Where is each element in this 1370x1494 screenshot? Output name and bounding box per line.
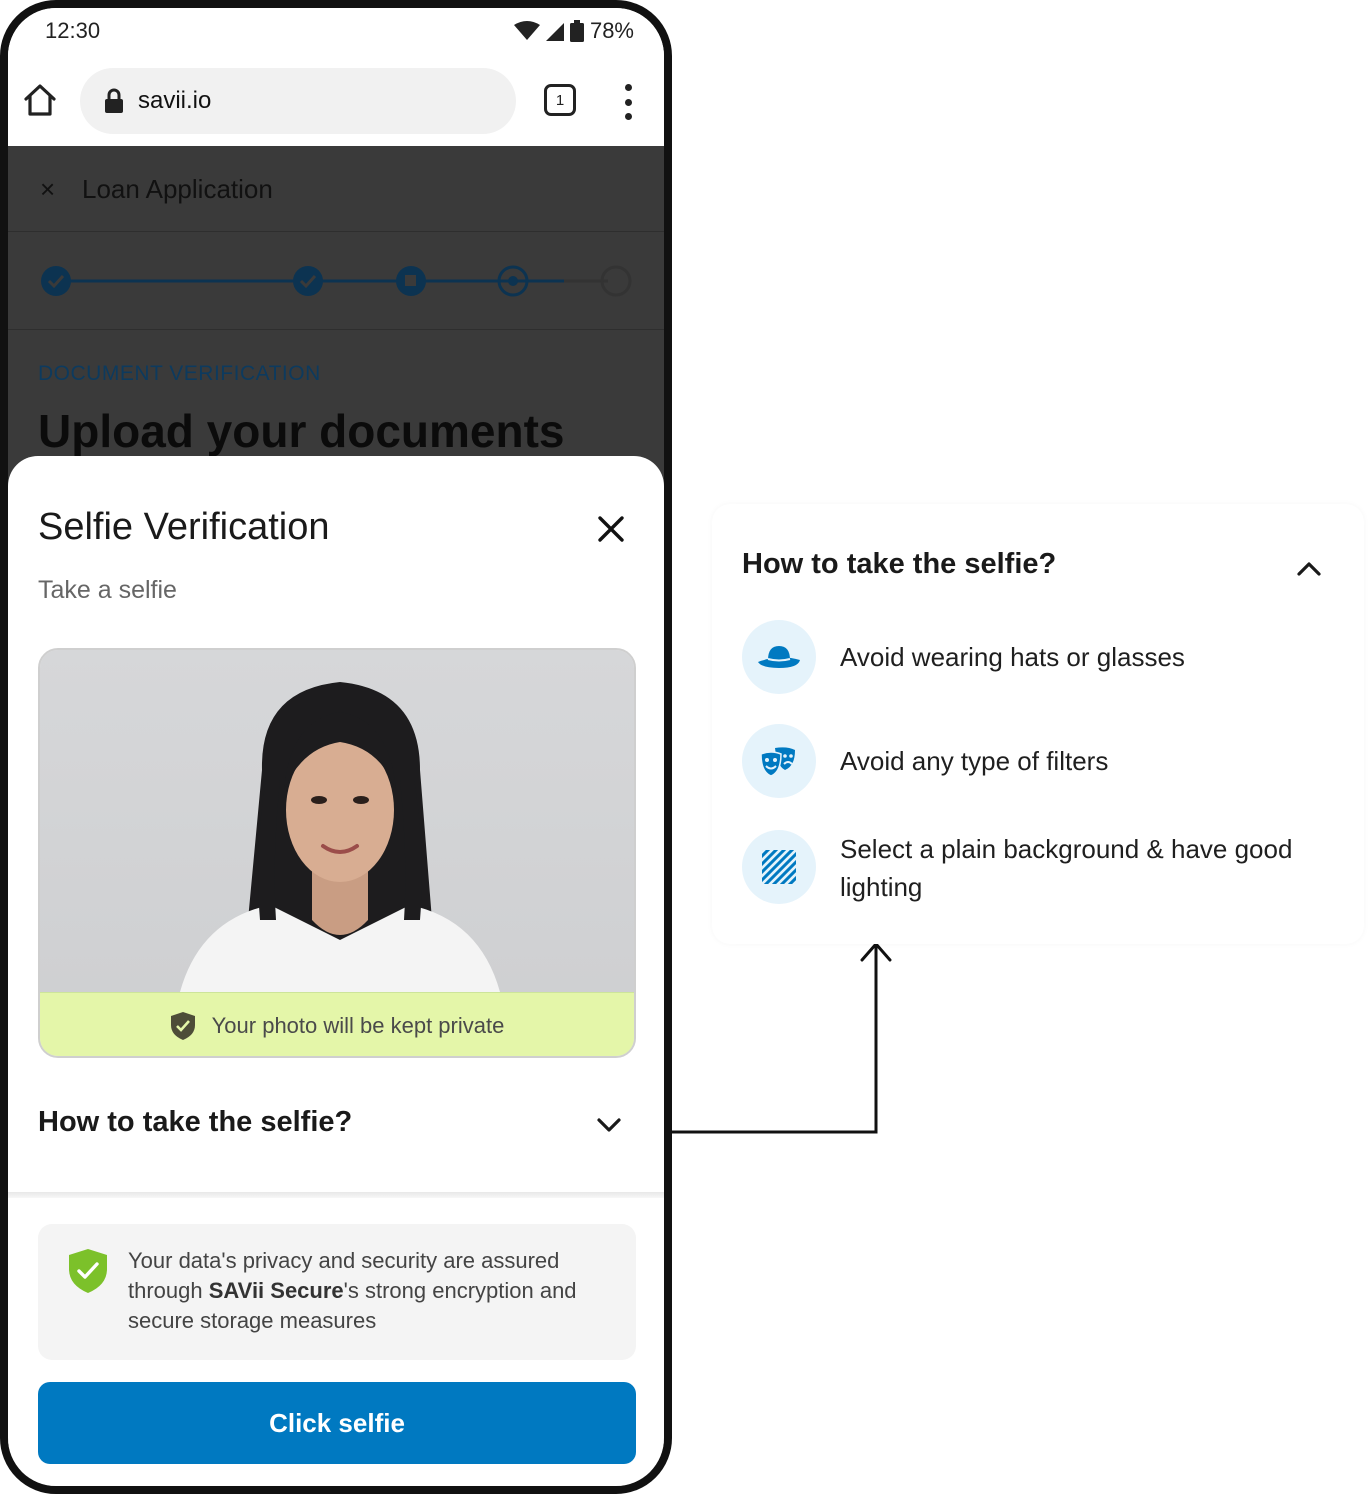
security-notice-text: Your data's privacy and security are ass… <box>128 1246 618 1336</box>
phone-frame: 12:30 78% savii.io 1 × Loan Application … <box>0 0 672 1494</box>
tip-item: Avoid wearing hats or glasses <box>742 620 1342 696</box>
sheet-title: Selfie Verification <box>38 506 330 548</box>
status-icons: 78% <box>513 18 634 44</box>
hat-icon <box>742 620 816 694</box>
address-bar[interactable]: savii.io <box>80 68 516 134</box>
shield-check-icon <box>69 1249 107 1293</box>
chevron-up-icon[interactable] <box>1296 560 1322 578</box>
browser-toolbar: savii.io 1 <box>8 56 664 146</box>
status-time: 12:30 <box>45 18 101 43</box>
sheet-subtitle: Take a selfie <box>38 576 177 604</box>
lock-icon <box>105 88 123 113</box>
section-label: DOCUMENT VERIFICATION <box>38 362 321 385</box>
plain-background-icon <box>742 830 816 904</box>
privacy-notice: Your photo will be kept private <box>40 992 634 1056</box>
chevron-down-icon[interactable] <box>596 1116 622 1134</box>
signal-icon <box>545 23 564 41</box>
url-text: savii.io <box>138 87 212 114</box>
app-header: × Loan Application <box>8 146 664 232</box>
step-2-check <box>293 266 323 296</box>
masks-icon <box>742 724 816 798</box>
selfie-photo <box>40 650 634 992</box>
home-icon[interactable] <box>22 82 58 118</box>
tab-switcher-button[interactable]: 1 <box>544 84 576 116</box>
overflow-menu-icon[interactable] <box>618 84 638 120</box>
selfie-portrait-illustration <box>180 682 500 992</box>
selfie-preview-card: Your photo will be kept private <box>38 648 636 1058</box>
security-brand: SAVii Secure <box>208 1278 344 1303</box>
sheet-divider <box>8 1192 664 1198</box>
screen: 12:30 78% savii.io 1 × Loan Application … <box>0 0 1370 1494</box>
security-notice: Your data's privacy and security are ass… <box>38 1224 636 1360</box>
tip-text: Avoid any type of filters <box>840 746 1109 776</box>
step-3-flag <box>396 266 426 296</box>
battery-level: 78% <box>589 18 634 43</box>
wifi-icon <box>513 21 540 40</box>
close-icon[interactable] <box>596 514 626 544</box>
stepper-graphic <box>41 265 632 297</box>
progress-stepper <box>8 232 664 330</box>
howto-accordion-header[interactable]: How to take the selfie? <box>38 1106 636 1150</box>
tip-text: Avoid wearing hats or glasses <box>840 642 1185 672</box>
shield-check-icon <box>170 1011 195 1040</box>
selfie-verification-sheet: Selfie Verification Take a selfie Your p… <box>8 456 664 1486</box>
howto-expanded-panel: How to take the selfie? Avoid wearing ha… <box>712 504 1364 944</box>
howto-title: How to take the selfie? <box>38 1106 353 1138</box>
close-application-icon[interactable]: × <box>40 176 55 202</box>
page-heading: Upload your documents <box>38 405 565 457</box>
panel-title: How to take the selfie? <box>742 548 1057 580</box>
status-bar: 12:30 78% <box>8 8 664 56</box>
tip-item: Select a plain background & have good li… <box>742 830 1342 906</box>
tip-item: Avoid any type of filters <box>742 724 1342 800</box>
tab-count: 1 <box>555 91 565 109</box>
click-selfie-button[interactable]: Click selfie <box>38 1382 636 1464</box>
step-1-check <box>41 266 71 296</box>
battery-icon <box>569 20 584 42</box>
tip-text: Select a plain background & have good li… <box>840 834 1293 902</box>
privacy-note-text: Your photo will be kept private <box>211 1012 505 1038</box>
app-title: Loan Application <box>82 174 273 204</box>
